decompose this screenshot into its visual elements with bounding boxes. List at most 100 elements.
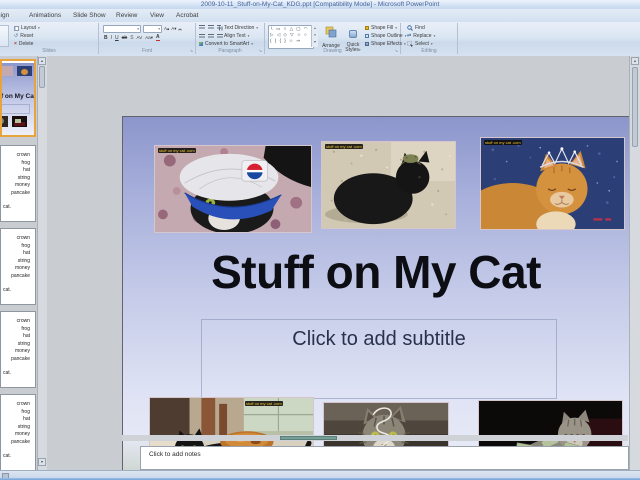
scrollbar-thumb[interactable]	[39, 66, 45, 88]
arrange-button[interactable]: Arrange	[321, 25, 341, 49]
strikethrough-button[interactable]: ab	[122, 35, 128, 41]
photo-orange-cat-with-tiara[interactable]	[480, 137, 625, 230]
slide-thumbnail-word-list[interactable]: crownfroghatstringmoneypancake cat.	[0, 228, 36, 305]
align-text-icon	[218, 34, 222, 39]
thumbnail-word-list: crownfroghatstringmoneypancake	[11, 401, 30, 446]
thumbnail-word-tail: cat.	[3, 453, 11, 459]
thumbnail-word: money	[11, 348, 30, 356]
thumbnail-word-list: crownfroghatstringmoneypancake	[11, 318, 30, 363]
mini-subtitle-box	[0, 104, 30, 114]
select-button[interactable]: Select▾	[407, 41, 433, 47]
character-spacing-button[interactable]: AV	[137, 35, 143, 40]
thumbnail-word-tail: cat.	[3, 204, 11, 210]
thumbnail-word: crown	[11, 401, 30, 409]
thumbnail-word: string	[11, 341, 30, 349]
select-icon	[407, 41, 413, 47]
bullets-icon[interactable]	[199, 25, 205, 30]
align-center-icon[interactable]	[208, 34, 214, 39]
ribbon-group-editing: Find ⇄ Replace▾ Select▾ Editing	[401, 23, 458, 54]
watermark: stuff on my cat .com	[158, 148, 196, 153]
scroll-up-button[interactable]: ▲	[38, 57, 46, 65]
thumbnail-word-tail: cat.	[3, 287, 11, 293]
layout-button[interactable]: Layout▾	[14, 25, 40, 31]
convert-smartart-button[interactable]: Convert to SmartArt▾	[199, 41, 253, 47]
subtitle-placeholder[interactable]: Click to add subtitle	[201, 319, 557, 399]
italic-button[interactable]: I	[111, 35, 112, 41]
thumbnail-word: hat	[11, 416, 30, 424]
arrange-icon	[325, 26, 337, 38]
font-size-combo[interactable]: ▾	[143, 25, 162, 33]
mini-slide-title: Stuff on My Cat	[0, 93, 36, 100]
font-dialog-launcher[interactable]: ↘	[190, 49, 193, 53]
editor-vertical-scrollbar[interactable]: ▲	[629, 56, 640, 470]
slide-canvas[interactable]: stuff on my cat .com stuff on my cat .co…	[122, 116, 630, 480]
find-icon	[407, 25, 413, 31]
ribbon-tab-row: Design Animations Slide Show Review View…	[0, 9, 640, 23]
font-name-combo[interactable]: ▾	[103, 25, 141, 33]
shape-effects-button[interactable]: Shape Effects▾	[365, 41, 406, 47]
thumbnail-word: hat	[11, 250, 30, 258]
thumbnail-word: crown	[11, 318, 30, 326]
reset-button[interactable]: ↺ Reset	[14, 33, 33, 39]
replace-icon: ⇄	[407, 33, 411, 39]
workspace: Stuff on My Cat crownfroghatstringmoneyp…	[0, 56, 640, 470]
subtitle-placeholder-text: Click to add subtitle	[292, 328, 465, 351]
slide-thumbnail-word-list[interactable]: crownfroghatstringmoneypancake cat.	[0, 394, 36, 471]
underline-button[interactable]: U	[115, 35, 119, 41]
text-direction-icon	[218, 26, 223, 30]
horizontal-scrollbar-thumb[interactable]	[280, 436, 337, 440]
text-shadow-button[interactable]: S	[130, 35, 133, 41]
grow-font-icon[interactable]: A▴	[164, 26, 169, 32]
mini-photo	[12, 116, 27, 127]
thumbnail-word: string	[11, 258, 30, 266]
thumbnail-word: pancake	[11, 439, 30, 447]
shape-fill-icon	[365, 26, 369, 30]
thumbnail-word: string	[11, 175, 30, 183]
paragraph-dialog-launcher[interactable]: ↘	[259, 49, 262, 53]
thumbnail-word-list: crownfroghatstringmoneypancake	[11, 235, 30, 280]
thumbnail-word: hat	[11, 333, 30, 341]
thumbnail-word: frog	[11, 160, 30, 168]
ribbon-group-drawing: ∖ ▭ ○ △ ▢ ◠▷ ◁ ◇ ▽ ☆ ○( ) { } ☆ ⇒ ▴▾▼ Ar…	[265, 23, 401, 54]
thumbnail-word: frog	[11, 326, 30, 334]
find-button[interactable]: Find	[407, 25, 425, 31]
mini-photo	[17, 66, 32, 76]
status-bar	[0, 470, 640, 480]
slide-thumbnail-word-list[interactable]: crownfroghatstringmoneypancakecat.	[0, 311, 36, 388]
shape-fill-button[interactable]: Shape Fill▾	[365, 25, 397, 31]
align-text-button[interactable]: Align Text▾	[218, 33, 249, 39]
thumbnail-word: string	[11, 424, 30, 432]
replace-button[interactable]: ⇄ Replace▾	[407, 33, 435, 39]
window-title: 2009-10-11_Stuff-on-My-Cat_KDG.ppt [Comp…	[0, 1, 640, 8]
notes-pane[interactable]: Click to add notes	[140, 446, 629, 470]
text-direction-button[interactable]: Text Direction▾	[218, 25, 258, 31]
reset-icon: ↺	[14, 33, 18, 39]
mini-title-slide: Stuff on My Cat	[0, 63, 36, 135]
scroll-down-button[interactable]: ▼	[38, 458, 46, 466]
align-left-icon[interactable]	[199, 34, 205, 39]
slide-thumbnail-word-list[interactable]: crownfroghatstringmoneypancakecat.	[0, 145, 36, 222]
slide-title[interactable]: Stuff on My Cat	[123, 245, 629, 299]
editor-scroll-up[interactable]: ▲	[631, 57, 639, 65]
mini-photo	[0, 66, 13, 76]
photo-tuxedo-cat-pepsi-visor[interactable]	[154, 145, 312, 233]
thumbnail-panel-scrollbar[interactable]: ▲ ▼	[37, 56, 47, 470]
photo-black-cat-with-frog[interactable]	[321, 141, 456, 229]
clear-formatting-icon[interactable]: A	[179, 27, 182, 32]
font-color-button[interactable]: A	[156, 34, 160, 41]
thumbnail-word: pancake	[11, 273, 30, 281]
slide-thumbnail-1-selected[interactable]: Stuff on My Cat	[0, 59, 36, 137]
drawing-dialog-launcher[interactable]: ↘	[395, 49, 398, 53]
thumbnail-word: hat	[11, 167, 30, 175]
mini-photo	[0, 116, 8, 127]
horizontal-scrollbar[interactable]	[122, 435, 628, 441]
bold-button[interactable]: B	[104, 35, 108, 41]
delete-button[interactable]: × Delete	[14, 41, 33, 47]
shrink-font-icon[interactable]: A▾	[171, 26, 176, 32]
change-case-button[interactable]: Aa▾	[145, 35, 153, 41]
numbering-icon[interactable]	[208, 25, 214, 30]
editor-scrollbar-thumb[interactable]	[632, 67, 638, 147]
shapes-gallery-scroll[interactable]: ▴▾▼	[311, 25, 318, 47]
shapes-gallery[interactable]: ∖ ▭ ○ △ ▢ ◠▷ ◁ ◇ ▽ ☆ ○( ) { } ☆ ⇒	[268, 25, 314, 49]
shape-outline-icon	[365, 34, 369, 38]
